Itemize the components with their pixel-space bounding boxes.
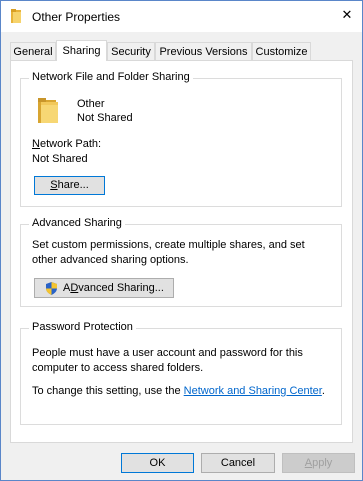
group-title: Network File and Folder Sharing (29, 71, 193, 83)
folder-status: Not Shared (77, 112, 133, 124)
cancel-button[interactable]: Cancel (201, 453, 275, 473)
network-sharing-group: Network File and Folder Sharing Other No… (20, 71, 342, 207)
tab-sharing[interactable]: Sharing (56, 40, 107, 61)
tab-previous-versions[interactable]: Previous Versions (155, 42, 252, 60)
accelerator-key: A (304, 457, 313, 469)
label-text: To change this setting, use the (32, 385, 181, 397)
label-text: vanced Sharing... (78, 282, 164, 294)
dialog-button-bar: OK Cancel Apply (1, 443, 362, 480)
label-text: etwork Path: (39, 138, 102, 150)
share-button[interactable]: Share... (34, 176, 105, 195)
group-title: Advanced Sharing (29, 217, 125, 229)
tab-security[interactable]: Security (107, 42, 155, 60)
apply-button[interactable]: Apply (282, 453, 355, 473)
password-description: People must have a user account and pass… (32, 347, 303, 374)
label-text: . (321, 385, 325, 397)
uac-shield-icon (46, 282, 57, 295)
button-label: ADvanced Sharing... (63, 279, 164, 297)
ok-button[interactable]: OK (121, 453, 194, 473)
network-path-label: Network Path: (32, 138, 101, 150)
tab-label: Customize (255, 46, 308, 58)
tab-label: Sharing (62, 45, 101, 57)
properties-window: Other Properties ✕ General Sharing Secur… (0, 0, 363, 481)
advanced-sharing-group: Advanced Sharing Set custom permissions,… (20, 217, 342, 307)
accelerator-key: S (50, 179, 58, 191)
change-setting-text: To change this setting, use the Network … (32, 385, 325, 397)
button-label: pply (312, 457, 333, 469)
button-label: hare... (57, 179, 89, 191)
window-title: Other Properties (32, 10, 121, 24)
tab-strip: General Sharing Security Previous Versio… (1, 40, 362, 61)
title-bar: Other Properties ✕ (1, 1, 362, 32)
tab-label: General (13, 46, 53, 58)
tab-customize[interactable]: Customize (252, 42, 311, 60)
group-title: Password Protection (29, 321, 136, 333)
password-protection-group: Password Protection People must have a u… (20, 321, 342, 425)
button-label: OK (149, 457, 166, 469)
folder-name: Other (77, 98, 105, 110)
accelerator-key: N (32, 138, 40, 150)
tab-general[interactable]: General (10, 42, 56, 60)
tab-label: Security (111, 46, 151, 58)
advanced-sharing-description: Set custom permissions, create multiple … (32, 239, 305, 266)
folder-icon (11, 9, 21, 23)
button-label: Cancel (220, 457, 256, 469)
network-sharing-center-link[interactable]: Network and Sharing Center (184, 385, 322, 397)
network-path-value: Not Shared (32, 153, 88, 165)
sharing-panel: Network File and Folder Sharing Other No… (10, 60, 353, 443)
advanced-sharing-button[interactable]: ADvanced Sharing... (34, 278, 174, 298)
close-button[interactable]: ✕ (332, 1, 362, 31)
tab-label: Previous Versions (159, 46, 248, 58)
close-icon: ✕ (341, 8, 353, 23)
folder-icon (38, 98, 58, 123)
